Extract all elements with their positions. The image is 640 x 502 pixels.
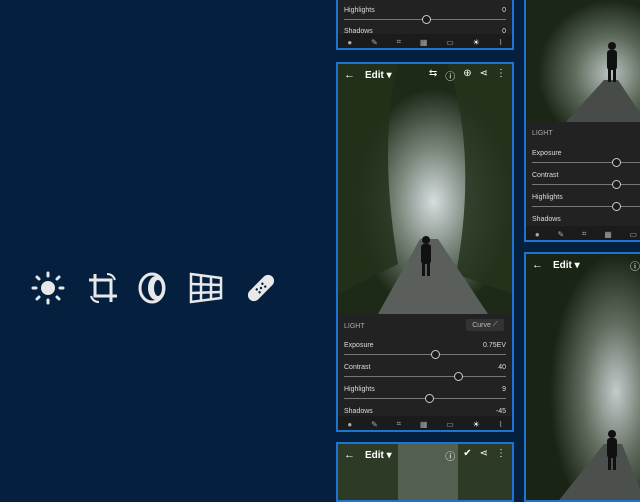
slider-label: Exposure (344, 342, 374, 349)
brush-icon[interactable]: ✎ (371, 420, 378, 429)
slider-value: 0.75EV (483, 342, 506, 349)
slider-track (344, 376, 506, 377)
crop-icon[interactable]: ⌗ (397, 37, 402, 47)
contrast-slider[interactable]: Contrast 40 (344, 364, 506, 384)
compare-icon[interactable]: ⇆ (429, 68, 437, 83)
slider-knob[interactable] (425, 394, 434, 403)
crop-icon[interactable]: ⌗ (397, 419, 402, 429)
curve-label: Curve (472, 321, 491, 329)
exposure-slider[interactable]: Exposure (532, 150, 640, 170)
tool-strip: ● ✎ ⌗ ▦ ▭ ☀ ⌇ (338, 416, 512, 430)
highlights-slider[interactable]: Highlights 9 (344, 386, 506, 406)
tool-strip: ● ✎ ⌗ ▦ ▭ (526, 226, 640, 240)
slider-label: Shadows (344, 408, 373, 415)
highlights-slider[interactable]: Highlights (532, 194, 640, 214)
slider-knob[interactable] (421, 15, 431, 24)
more-icon[interactable]: ⋮ (496, 448, 506, 463)
edit-menu[interactable]: Edit ▾ (365, 450, 392, 461)
light-panel: Highlights 0 Shadows 0 (338, 0, 512, 35)
optics-lens-icon (138, 272, 166, 304)
slider-label: Shadows (532, 216, 561, 223)
slider-track (344, 354, 506, 355)
phone-screen-main: ← Edit ▾ ⇆ ⓘ ⊕ ⋖ ⋮ LIGHT Curve ⟋ Exposur… (336, 62, 514, 432)
back-button[interactable]: ← (532, 259, 543, 271)
slider-knob[interactable] (611, 180, 621, 189)
auto-icon[interactable]: ▭ (446, 38, 454, 47)
phone-screen-right-bottom: ← Edit ▾ ⓘ (524, 252, 640, 502)
slider-value: 40 (498, 364, 506, 371)
edit-header: ← Edit ▾ ⇆ ⓘ ⊕ ⋖ ⋮ (338, 64, 512, 86)
help-icon[interactable]: ⓘ (445, 68, 455, 83)
presets-icon[interactable]: ▦ (420, 420, 428, 429)
healing-icon[interactable]: ⌇ (499, 38, 503, 47)
slider-label: Exposure (532, 150, 562, 157)
circle-tool-icon[interactable]: ● (347, 420, 352, 429)
auto-icon[interactable]: ▭ (446, 420, 454, 429)
forest-photo (526, 254, 640, 500)
exposure-slider[interactable]: Exposure 0.75EV (344, 342, 506, 362)
highlights-slider[interactable]: Highlights 0 (344, 7, 506, 27)
phone-screen-bottom: ← Edit ▾ ⓘ ✔ ⋖ ⋮ (336, 442, 514, 502)
slider-value: -45 (495, 408, 506, 415)
presets-icon[interactable]: ▦ (420, 38, 428, 47)
brush-icon[interactable]: ✎ (557, 230, 564, 239)
presets-icon[interactable]: ▦ (604, 230, 612, 239)
edit-header: ← Edit ▾ ⓘ (526, 254, 640, 276)
slider-knob[interactable] (431, 350, 441, 359)
share-icon[interactable]: ⋖ (480, 448, 488, 463)
edit-menu[interactable]: Edit ▾ (553, 260, 580, 271)
add-icon[interactable]: ⊕ (463, 68, 471, 83)
check-icon[interactable]: ✔ (463, 448, 471, 463)
slider-knob[interactable] (611, 158, 621, 167)
slider-knob[interactable] (454, 372, 464, 381)
slider-track (532, 162, 640, 163)
circle-tool-icon[interactable]: ● (535, 230, 540, 239)
brush-icon[interactable]: ✎ (371, 38, 378, 47)
slider-label: Contrast (532, 172, 559, 179)
light-icon[interactable]: ☀ (473, 38, 480, 47)
help-icon[interactable]: ⓘ (445, 448, 455, 463)
edit-header: ← Edit ▾ ⓘ ✔ ⋖ ⋮ (338, 444, 512, 466)
phone-screen-right-top: LIGHT Exposure Contrast Highlights Shado… (524, 0, 640, 242)
tool-strip: ● ✎ ⌗ ▦ ▭ ☀ ⌇ (338, 34, 512, 48)
auto-icon[interactable]: ▭ (630, 230, 638, 239)
slider-label: Highlights (344, 7, 375, 14)
light-panel: LIGHT Exposure Contrast Highlights Shado… (526, 122, 640, 226)
sun-icon (31, 271, 65, 305)
back-button[interactable]: ← (344, 449, 355, 461)
slider-label: Highlights (532, 194, 563, 201)
circle-tool-icon[interactable]: ● (347, 38, 352, 47)
crop-icon[interactable]: ⌗ (582, 229, 587, 239)
back-button[interactable]: ← (344, 69, 355, 81)
forest-photo (526, 0, 640, 122)
more-icon[interactable]: ⋮ (496, 68, 506, 83)
forest-photo (338, 64, 512, 314)
share-icon[interactable]: ⋖ (480, 68, 488, 83)
healing-bandage-icon (247, 274, 275, 302)
light-panel: LIGHT Curve ⟋ Exposure 0.75EV Contrast 4… (338, 314, 512, 418)
section-label: LIGHT (532, 130, 553, 137)
curve-button[interactable]: Curve ⟋ (466, 319, 504, 331)
slider-value: 0 (502, 7, 506, 14)
healing-icon[interactable]: ⌇ (499, 420, 503, 429)
slider-knob[interactable] (611, 202, 621, 211)
light-icon[interactable]: ☀ (473, 420, 480, 429)
phone-screen-top: Highlights 0 Shadows 0 ● ✎ ⌗ ▦ ▭ ☀ ⌇ (336, 0, 514, 50)
slider-label: Highlights (344, 386, 375, 393)
edit-menu[interactable]: Edit ▾ (365, 70, 392, 81)
slider-value: 9 (502, 386, 506, 393)
section-label: LIGHT (344, 323, 365, 330)
slider-track (532, 206, 640, 207)
contrast-slider[interactable]: Contrast (532, 172, 640, 192)
help-icon[interactable]: ⓘ (630, 258, 640, 273)
slider-track (532, 184, 640, 185)
geometry-grid-icon (189, 272, 223, 304)
crop-rotate-icon (89, 273, 117, 303)
slider-label: Contrast (344, 364, 371, 371)
